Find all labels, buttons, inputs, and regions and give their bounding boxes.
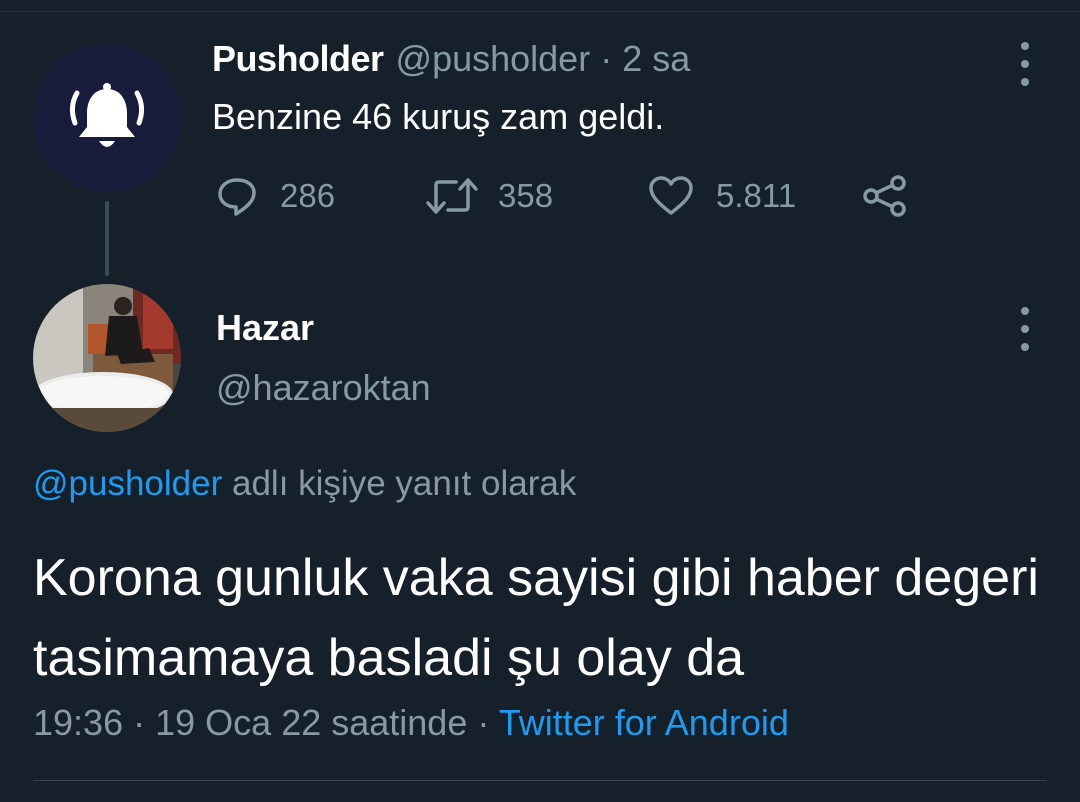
- bottom-divider: [33, 780, 1047, 781]
- parent-author-handle[interactable]: @pusholder: [396, 38, 591, 80]
- pusholder-avatar[interactable]: [33, 44, 181, 192]
- share-icon: [863, 175, 906, 217]
- parent-tweet-header: Pusholder @pusholder · 2 sa: [212, 38, 690, 88]
- tweet-source-link[interactable]: Twitter for Android: [499, 702, 789, 743]
- replying-to-suffix: adlı kişiye yanıt olarak: [232, 464, 577, 503]
- reply-tweet-date[interactable]: 19 Oca 22 saatinde: [155, 702, 467, 743]
- retweet-button[interactable]: 358: [426, 174, 553, 218]
- parent-tweet-time[interactable]: 2 sa: [622, 38, 690, 80]
- reply-author-handle[interactable]: @hazaroktan: [216, 367, 431, 409]
- header-separator: ·: [600, 38, 613, 79]
- like-button[interactable]: 5.811: [648, 174, 796, 218]
- meta-separator: ·: [133, 702, 146, 743]
- reply-tweet-time[interactable]: 19:36: [33, 702, 123, 743]
- bell-icon: [69, 83, 145, 147]
- share-button[interactable]: [862, 174, 908, 218]
- replying-to-line: @pusholder adlı kişiye yanıt olarak: [33, 464, 576, 504]
- like-count: 5.811: [716, 177, 797, 214]
- reply-icon: [218, 178, 256, 216]
- hazar-avatar[interactable]: [33, 284, 181, 432]
- reply-button[interactable]: 286: [216, 174, 335, 218]
- heart-icon: [649, 176, 693, 215]
- meta-separator-2: ·: [477, 702, 490, 743]
- profile-photo: [33, 284, 181, 432]
- reply-count: 286: [280, 177, 336, 214]
- top-divider: [0, 11, 1080, 12]
- parent-more-options-icon[interactable]: [1015, 42, 1035, 86]
- retweet-icon: [426, 178, 478, 214]
- reply-author-name[interactable]: Hazar: [216, 307, 314, 349]
- replying-to-mention[interactable]: @pusholder: [33, 464, 222, 503]
- thread-connector-line: [105, 201, 109, 276]
- parent-author-name[interactable]: Pusholder: [212, 38, 384, 80]
- reply-tweet-meta: 19:36 · 19 Oca 22 saatinde · Twitter for…: [33, 702, 789, 744]
- retweet-count: 358: [498, 177, 554, 214]
- reply-tweet-text: Korona gunluk vaka sayisi gibi haber deg…: [33, 549, 1039, 687]
- reply-more-options-icon[interactable]: [1015, 307, 1035, 351]
- tweet-thread-screen: Pusholder @pusholder · 2 sa Benzine 46 k…: [0, 0, 1080, 802]
- parent-tweet-text: Benzine 46 kuruş zam geldi.: [212, 96, 665, 137]
